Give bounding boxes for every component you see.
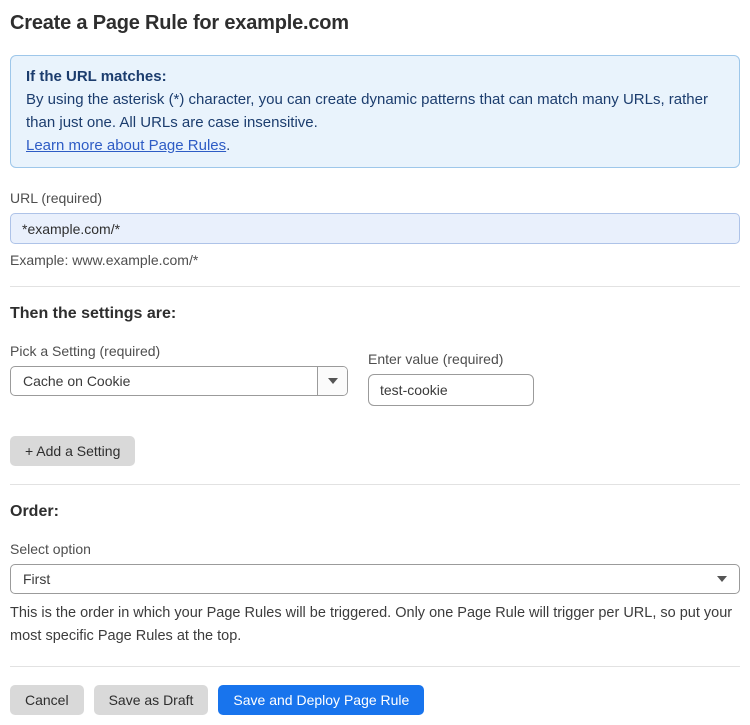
url-match-info-box: If the URL matches: By using the asteris… [10,55,740,168]
save-deploy-button[interactable]: Save and Deploy Page Rule [218,685,425,715]
url-example-helper: Example: www.example.com/* [10,252,199,268]
enter-value-column: Enter value (required) [368,351,534,406]
chevron-down-icon [717,576,739,582]
chevron-down-glyph [717,576,727,582]
setting-dropdown[interactable]: Cache on Cookie [10,366,348,396]
pick-setting-label: Pick a Setting (required) [10,343,161,359]
page-rule-form: Create a Page Rule for example.com If th… [0,0,750,725]
cancel-button[interactable]: Cancel [10,685,84,715]
url-label: URL (required) [10,190,103,206]
footer-actions: Cancel Save as Draft Save and Deploy Pag… [10,685,740,715]
section-divider [10,286,740,287]
url-input[interactable] [10,213,740,244]
setting-value-input[interactable] [368,374,534,406]
add-setting-button[interactable]: + Add a Setting [10,436,136,466]
info-box-body: By using the asterisk (*) character, you… [26,91,708,131]
order-dropdown[interactable]: First [10,564,740,594]
enter-value-label: Enter value (required) [368,351,504,367]
chevron-down-icon[interactable] [317,367,347,395]
info-box-link-line: Learn more about Page Rules. [26,134,724,157]
learn-more-link[interactable]: Learn more about Page Rules [26,137,226,154]
section-divider [10,484,740,485]
link-period: . [226,137,231,154]
select-option-label: Select option [10,541,91,557]
page-title: Create a Page Rule for example.com [10,12,349,34]
save-draft-button[interactable]: Save as Draft [93,685,209,715]
settings-heading: Then the settings are: [10,305,177,322]
pick-setting-column: Pick a Setting (required) Cache on Cooki… [10,343,348,396]
order-helper-text: This is the order in which your Page Rul… [10,605,733,644]
setting-row: Pick a Setting (required) Cache on Cooki… [10,343,740,406]
info-box-heading: If the URL matches: [26,68,167,85]
setting-dropdown-value: Cache on Cookie [23,373,131,389]
chevron-down-glyph [327,378,338,384]
order-heading: Order: [10,503,59,520]
section-divider [10,666,740,667]
order-dropdown-value: First [23,571,51,587]
